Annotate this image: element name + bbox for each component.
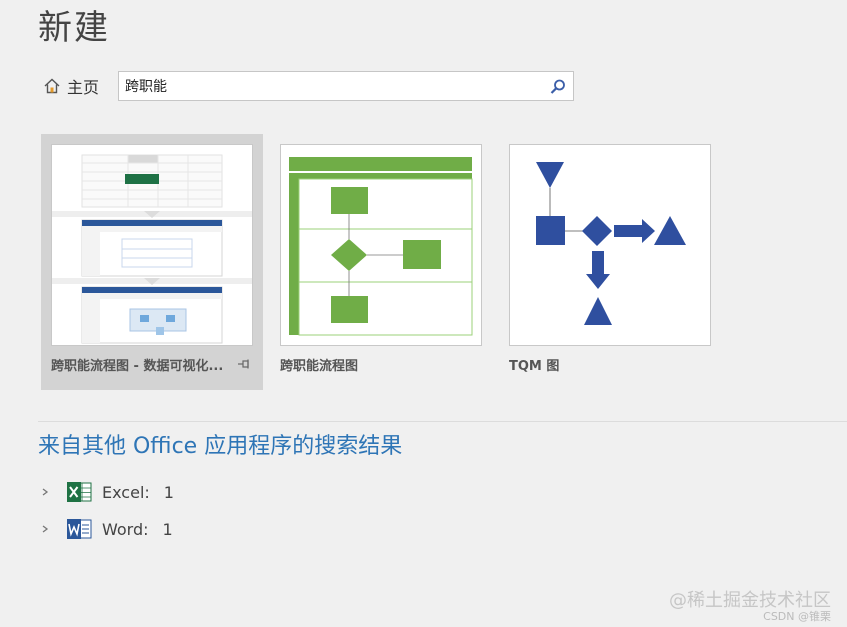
search-input[interactable] [125,77,545,95]
chevron-right-icon[interactable] [40,487,50,497]
word-icon [67,519,92,539]
result-count: 1 [162,519,173,539]
template-label: 跨职能流程图 - 数据可视化... [51,359,224,374]
result-count: 1 [163,482,174,502]
page-title: 新建 [38,8,110,48]
template-card-crossfunctional-flowchart[interactable]: 跨职能流程图 [270,134,492,390]
search-box [118,71,574,101]
excel-icon [67,482,92,502]
template-card-tqm-diagram[interactable]: TQM 图 [499,134,721,390]
crossfunctional-data-visualizer-thumbnail [52,145,252,345]
home-icon [44,78,60,94]
app-name: Word: [102,519,149,539]
result-row-excel[interactable]: Excel: 1 [40,479,174,505]
template-thumbnail [509,144,711,346]
tqm-diagram-thumbnail [510,145,710,345]
other-apps-results-heading: 来自其他 Office 应用程序的搜索结果 [38,434,403,459]
result-row-word[interactable]: Word: 1 [40,516,173,542]
search-icon[interactable] [549,78,567,96]
new-document-page: 新建 主页 跨职能 跨职能流程图 - 数据可视化... 跨职能流程图 TQM 图… [0,0,847,627]
template-thumbnail [280,144,482,346]
template-card-crossfunctional-data-visualizer[interactable]: 跨职能流程图 - 数据可视化... [41,134,263,390]
template-label: 跨职能流程图 [280,359,359,374]
app-name: Excel: [102,482,150,502]
pin-icon[interactable] [237,357,251,371]
template-label: TQM 图 [509,359,560,374]
watermark-sub: CSDN @锥栗 [763,610,831,623]
chevron-right-icon[interactable] [40,524,50,534]
crossfunctional-flowchart-thumbnail [281,145,481,345]
home-label: 主页 [67,78,100,97]
home-link[interactable]: 主页 [43,74,99,98]
template-thumbnail [51,144,253,346]
section-divider [38,421,847,422]
